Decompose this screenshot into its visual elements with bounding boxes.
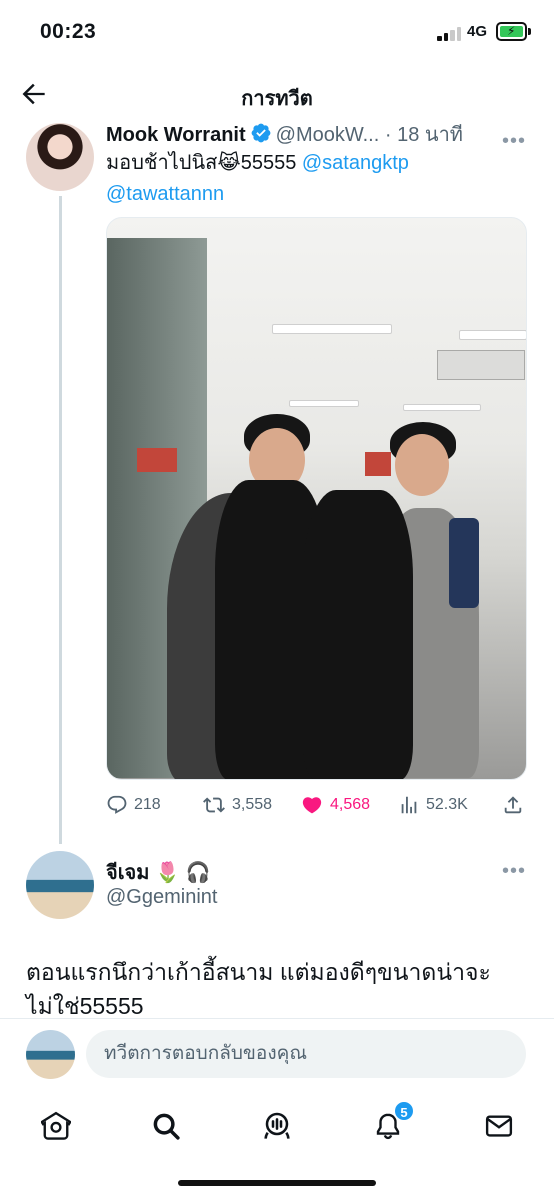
- like-button[interactable]: 4,568: [300, 790, 370, 820]
- charging-bolt-icon: ⚡: [507, 24, 516, 38]
- reply-icon: [107, 795, 127, 814]
- compose-avatar: [26, 1030, 75, 1079]
- photo-ceiling-light: [459, 330, 526, 340]
- network-type: 4G: [467, 23, 488, 40]
- share-icon: [504, 796, 522, 814]
- reply-count: 218: [134, 796, 161, 813]
- reply-more-options-button[interactable]: •••: [502, 860, 526, 883]
- nav-spaces[interactable]: [257, 1106, 297, 1146]
- verified-badge-icon: [250, 122, 272, 150]
- photo-ceiling-light: [403, 404, 481, 411]
- status-time: 00:23: [40, 20, 97, 43]
- photo-face: [395, 434, 449, 496]
- tweet-timestamp[interactable]: 18 นาที: [397, 124, 463, 146]
- photo-ceiling-light: [272, 324, 392, 334]
- battery-cap: [528, 28, 531, 35]
- author-handle[interactable]: @MookW...: [276, 124, 380, 146]
- nav-messages[interactable]: [479, 1106, 519, 1146]
- nav-home[interactable]: [36, 1106, 76, 1146]
- author-display-name[interactable]: Mook Worranit: [106, 124, 246, 146]
- reply-author-name[interactable]: จีเจม 🌷 🎧: [106, 856, 210, 888]
- nav-search[interactable]: [146, 1106, 186, 1146]
- views-button[interactable]: 52.3K: [398, 790, 468, 820]
- tweet-header: Mook Worranit @MookW... · 18 นาที: [106, 118, 536, 148]
- more-horizontal-icon: •••: [501, 860, 526, 882]
- photo-sign: [137, 448, 177, 472]
- heart-icon: [302, 797, 322, 814]
- page-title: การทวีต: [241, 88, 313, 110]
- mention-link[interactable]: @satangktp: [302, 152, 409, 174]
- reply-display-name: จีเจม: [106, 862, 150, 884]
- reply-author-handle[interactable]: @Ggeminint: [106, 886, 217, 909]
- spaces-icon: [264, 1112, 290, 1139]
- photo-black-bag: [303, 490, 413, 779]
- avatar[interactable]: [26, 123, 94, 191]
- view-count: 52.3K: [426, 796, 468, 813]
- reply-input[interactable]: ทวีตการตอบกลับของคุณ: [86, 1030, 526, 1078]
- photo-air-conditioner: [437, 350, 525, 380]
- notification-badge: 5: [393, 1100, 415, 1122]
- retweet-count: 3,558: [232, 796, 273, 813]
- retweet-button[interactable]: 3,558: [202, 790, 272, 820]
- search-icon: [153, 1113, 180, 1140]
- photo-background-person: [449, 518, 479, 608]
- tweet-photo[interactable]: [106, 217, 527, 780]
- reply-text: ตอนแรกนึกว่าเก้าอี้สนาม แต่มองดีๆขนาดน่า…: [26, 959, 491, 1019]
- reply-button[interactable]: 218: [106, 790, 161, 820]
- mention-link[interactable]: @tawattannn: [106, 183, 224, 205]
- tweet-body-text: มอบช้าไปนิส😹55555: [106, 152, 302, 174]
- photo-sign: [365, 452, 391, 476]
- status-bar: 00:23 4G ⚡: [0, 0, 554, 66]
- thread-connector-line: [59, 196, 62, 844]
- separator-dot: ·: [384, 124, 392, 146]
- battery-icon: ⚡: [496, 22, 527, 41]
- signal-strength-icon: [437, 25, 463, 41]
- views-icon: [401, 796, 417, 814]
- like-count: 4,568: [330, 796, 371, 813]
- mail-icon: [485, 1115, 513, 1137]
- reply-name-emoji: 🌷 🎧: [155, 862, 211, 884]
- home-icon: [41, 1111, 71, 1140]
- header: การทวีต: [0, 66, 554, 122]
- home-indicator[interactable]: [178, 1180, 376, 1186]
- reply-avatar[interactable]: [26, 851, 94, 919]
- photo-ceiling-light: [289, 400, 359, 407]
- tweet-actions: 218 3,558 4,568 52.3K: [106, 790, 526, 820]
- share-button[interactable]: [502, 790, 524, 820]
- retweet-icon: [203, 797, 225, 813]
- tweet-text: มอบช้าไปนิส😹55555 @satangktp @tawattannn: [106, 148, 526, 210]
